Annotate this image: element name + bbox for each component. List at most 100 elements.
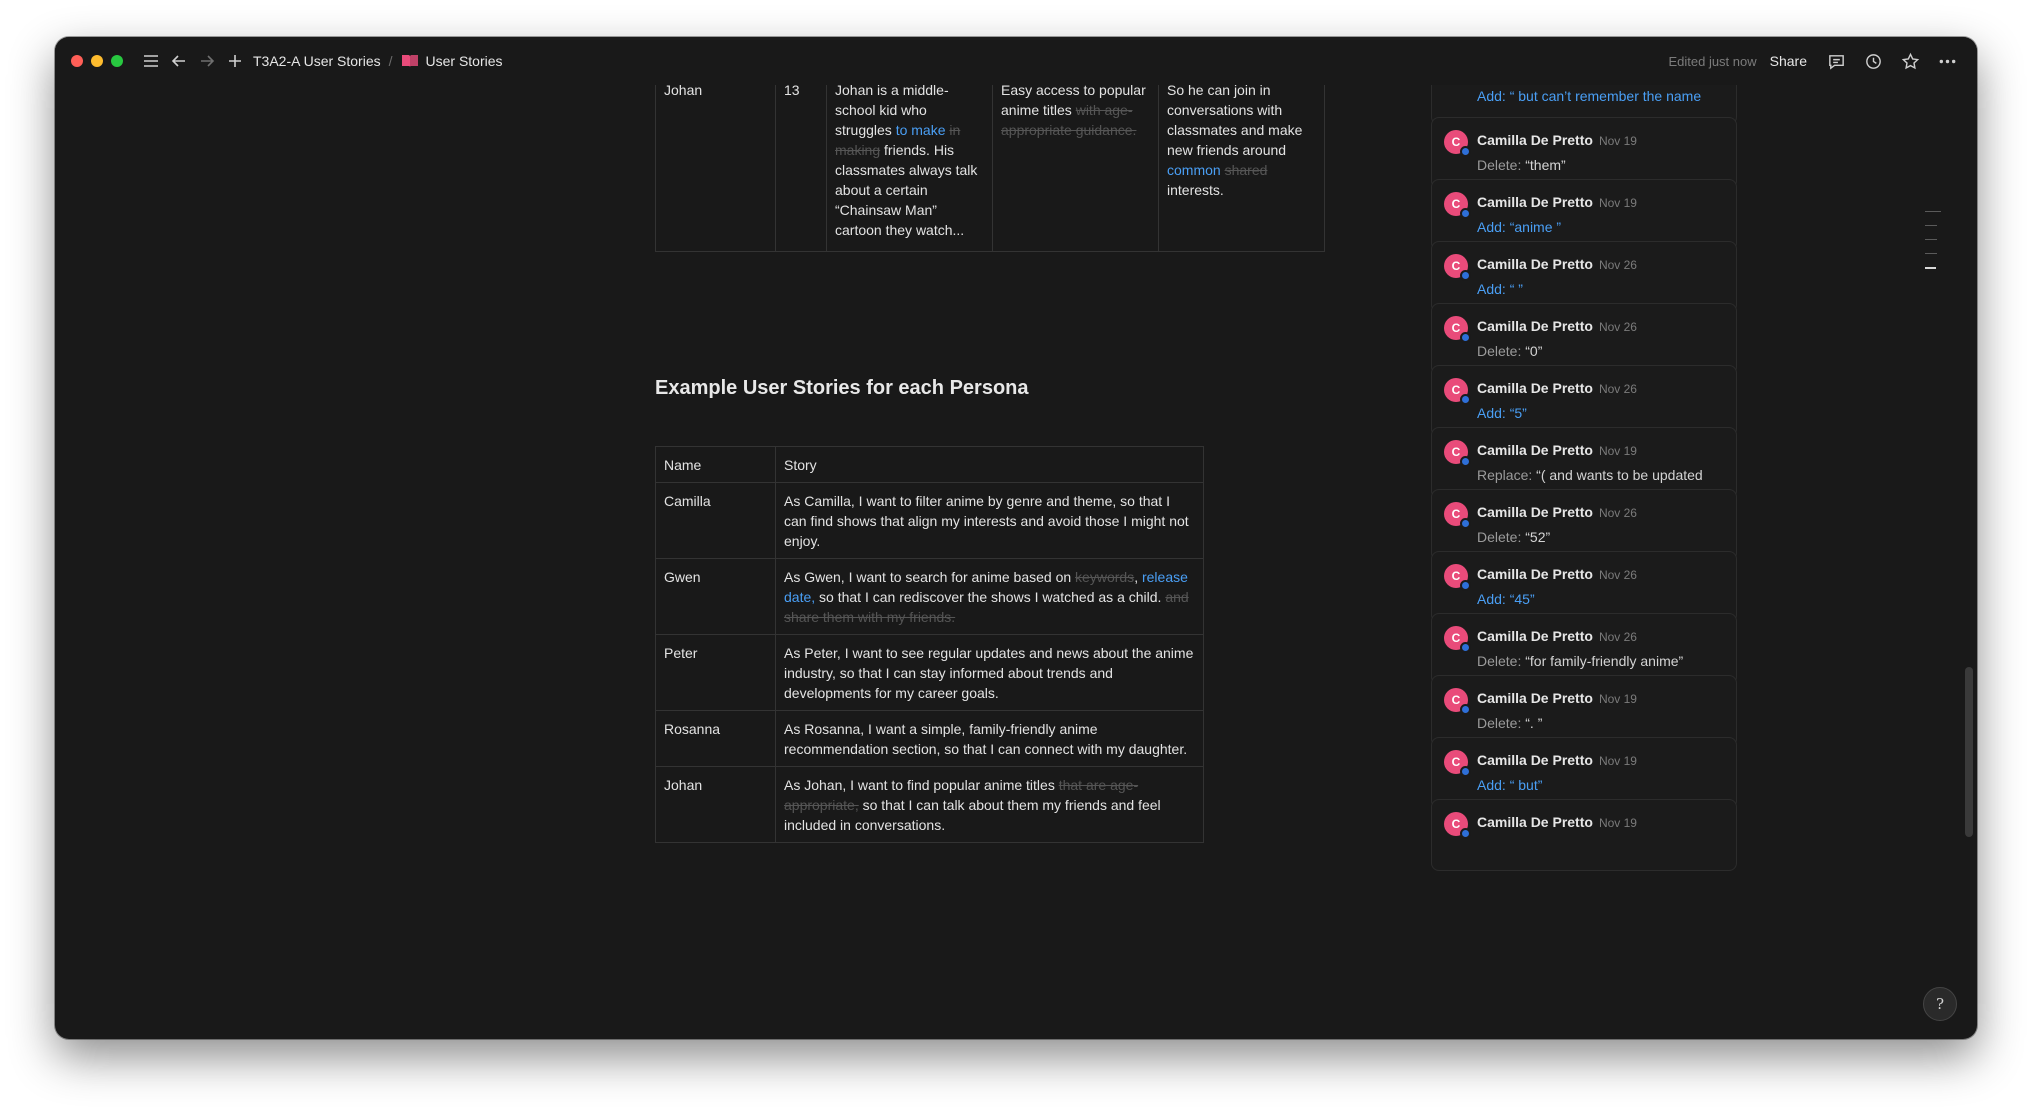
app-window: T3A2-A User Stories / User Stories Edite…	[55, 37, 1977, 1039]
persona-goals: So he can join in conversations with cla…	[1167, 85, 1302, 198]
avatar[interactable]: C	[1444, 626, 1471, 653]
avatar-badge-icon	[1460, 704, 1471, 715]
comment-date: Nov 26	[1598, 568, 1637, 582]
persona-age: 13	[784, 85, 800, 98]
story-text-cell[interactable]: As Peter, I want to see regular updates …	[775, 634, 1204, 711]
avatar-badge-icon	[1460, 518, 1471, 529]
avatar[interactable]: C	[1444, 564, 1471, 591]
story-text-cell[interactable]: As Gwen, I want to search for anime base…	[775, 558, 1204, 635]
avatar[interactable]: C	[1444, 440, 1471, 467]
change-type: Delete:	[1477, 529, 1526, 545]
story-text-cell[interactable]: As Camilla, I want to filter anime by ge…	[775, 482, 1204, 559]
avatar[interactable]: C	[1444, 192, 1471, 219]
help-button[interactable]: ?	[1923, 987, 1957, 1021]
text-run: As Camilla, I want to filter anime by ge…	[784, 493, 1189, 549]
persona-background-cell[interactable]: Johan is a middle-school kid who struggl…	[826, 85, 993, 252]
minimize-window-button[interactable]	[91, 55, 103, 67]
comment-date: Nov 26	[1598, 382, 1637, 396]
history-icon[interactable]	[1861, 49, 1885, 73]
added-text: to make	[895, 122, 946, 138]
avatar[interactable]: C	[1444, 378, 1471, 405]
author-name: Camilla De Pretto	[1477, 194, 1593, 210]
deleted-text: shared	[1224, 162, 1268, 178]
text-run: As Johan, I want to find popular anime t…	[784, 777, 1059, 793]
text-run: so that I can rediscover the shows I wat…	[815, 589, 1166, 605]
close-window-button[interactable]	[71, 55, 83, 67]
change-type: Add:	[1477, 591, 1510, 607]
comment-date: Nov 19	[1598, 444, 1637, 458]
comment-date: Nov 26	[1598, 506, 1637, 520]
zoom-window-button[interactable]	[111, 55, 123, 67]
avatar[interactable]: C	[1444, 750, 1471, 777]
comment-author: Camilla De Pretto Nov 26	[1477, 628, 1637, 644]
story-text-cell[interactable]: As Johan, I want to find popular anime t…	[775, 766, 1204, 843]
breadcrumb-current[interactable]: User Stories	[426, 53, 503, 69]
persona-name-cell[interactable]: Johan	[655, 85, 776, 252]
avatar[interactable]: C	[1444, 812, 1471, 839]
added-text: common	[1167, 162, 1221, 178]
forward-arrow-icon[interactable]	[195, 49, 219, 73]
menu-icon[interactable]	[139, 49, 163, 73]
avatar[interactable]: C	[1444, 502, 1471, 529]
header-name[interactable]: Name	[655, 446, 776, 483]
comment-author: Camilla De Pretto Nov 26	[1477, 504, 1637, 520]
change-value: “( and wants to be updated	[1536, 467, 1703, 483]
avatar[interactable]: C	[1444, 688, 1471, 715]
persona-needs-cell[interactable]: Easy access to popular anime titles with…	[992, 85, 1159, 252]
comment-change: Add: “anime ”	[1477, 219, 1561, 235]
persona-needs: Easy access to popular anime titles with…	[1001, 85, 1146, 138]
avatar[interactable]: C	[1444, 130, 1471, 157]
comment-date: Nov 19	[1598, 754, 1637, 768]
more-icon[interactable]	[1935, 49, 1959, 73]
share-button[interactable]: Share	[1770, 53, 1807, 69]
change-value: “45”	[1509, 591, 1535, 607]
change-value: “5”	[1509, 405, 1527, 421]
back-arrow-icon[interactable]	[167, 49, 191, 73]
change-value: “them”	[1525, 157, 1566, 173]
comment-change: Delete: “52”	[1477, 529, 1550, 545]
story-text-cell[interactable]: As Rosanna, I want a simple, family-frie…	[775, 710, 1204, 767]
header-story[interactable]: Story	[775, 446, 1204, 483]
comment-date: Nov 26	[1598, 258, 1637, 272]
star-icon[interactable]	[1898, 49, 1922, 73]
author-name: Camilla De Pretto	[1477, 504, 1593, 520]
comment-change: Delete: “for family-friendly anime”	[1477, 653, 1683, 669]
avatar-badge-icon	[1460, 456, 1471, 467]
avatar[interactable]: C	[1444, 316, 1471, 343]
change-type: Replace:	[1477, 467, 1537, 483]
story-name-cell[interactable]: Gwen	[655, 558, 776, 635]
avatar[interactable]: C	[1444, 254, 1471, 281]
persona-goals-cell[interactable]: So he can join in conversations with cla…	[1158, 85, 1325, 252]
story-name-cell[interactable]: Peter	[655, 634, 776, 711]
plus-icon[interactable]	[223, 49, 247, 73]
story-name-cell[interactable]: Camilla	[655, 482, 776, 559]
author-name: Camilla De Pretto	[1477, 256, 1593, 272]
comment-author: Camilla De Pretto Nov 19	[1477, 442, 1637, 458]
document-body: Johan 13 Johan is a middle-school kid wh…	[55, 85, 1395, 1039]
change-type: Add:	[1477, 405, 1510, 421]
story-name-cell[interactable]: Rosanna	[655, 710, 776, 767]
change-type: Add:	[1477, 219, 1510, 235]
comment-change: Add: “ ”	[1477, 281, 1523, 297]
text-run: As Peter, I want to see regular updates …	[784, 645, 1194, 701]
table-row: Johan 13 Johan is a middle-school kid wh…	[655, 85, 1325, 252]
change-value: “ but”	[1509, 777, 1543, 793]
breadcrumb-separator: /	[388, 53, 393, 69]
comment-card[interactable]: C Camilla De Pretto Nov 19	[1431, 799, 1737, 871]
comment-icon[interactable]	[1824, 49, 1848, 73]
text-run: interests.	[1167, 182, 1224, 198]
outline-indicator[interactable]	[1925, 211, 1941, 282]
story-name-cell[interactable]: Johan	[655, 766, 776, 843]
comment-author: Camilla De Pretto Nov 19	[1477, 132, 1637, 148]
breadcrumb-parent[interactable]: T3A2-A User Stories	[253, 53, 381, 69]
author-name: Camilla De Pretto	[1477, 814, 1593, 830]
comment-change: Add: “45”	[1477, 591, 1535, 607]
section-heading[interactable]: Example User Stories for each Persona	[655, 377, 1029, 400]
scrollbar[interactable]	[1965, 667, 1973, 837]
title-bar: T3A2-A User Stories / User Stories Edite…	[55, 37, 1977, 85]
text-run: As Gwen, I want to search for anime base…	[784, 569, 1076, 585]
text-run: As Rosanna, I want a simple, family-frie…	[784, 721, 1188, 757]
change-type: Add:	[1477, 88, 1510, 104]
persona-age-cell[interactable]: 13	[775, 85, 827, 252]
avatar-badge-icon	[1460, 580, 1471, 591]
